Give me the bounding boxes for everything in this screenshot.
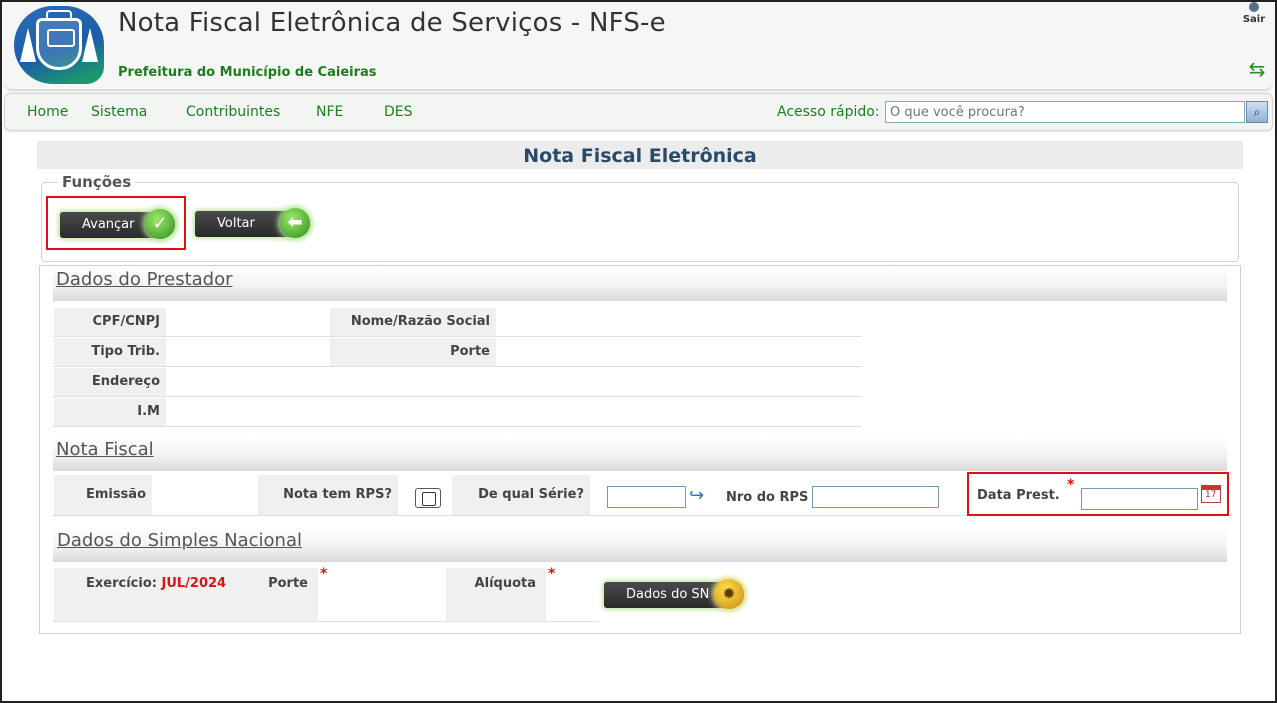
serie-label: De qual Série? — [452, 475, 590, 515]
check-icon: ✓ — [145, 209, 175, 239]
app-subtitle: Prefeitura do Município de Caieiras — [118, 65, 377, 80]
rps-checkbox[interactable] — [415, 488, 441, 508]
app-title: Nota Fiscal Eletrônica de Serviços - NFS… — [118, 8, 666, 38]
row-divider — [53, 621, 599, 622]
app-header: Nota Fiscal Eletrônica de Serviços - NFS… — [4, 2, 1273, 90]
im-label: I.M — [54, 398, 166, 426]
nav-nfe[interactable]: NFE — [316, 104, 343, 120]
prestador-header: Dados do Prestador — [53, 267, 1227, 301]
city-logo — [14, 6, 104, 84]
main-nav: Home Sistema Contribuintes NFE DES Acess… — [4, 93, 1273, 131]
row-divider — [53, 426, 862, 427]
voltar-button[interactable]: Voltar ⬅ — [195, 208, 310, 238]
avancar-label: Avançar — [82, 217, 135, 232]
nav-home[interactable]: Home — [27, 104, 68, 120]
logo-tree-left — [20, 28, 36, 62]
avancar-button[interactable]: Avançar ✓ — [60, 209, 175, 239]
simples-title[interactable]: Dados do Simples Nacional — [57, 530, 302, 551]
nome-label: Nome/Razão Social — [330, 308, 496, 336]
dados-sn-label: Dados do SN — [626, 587, 710, 602]
sair-button[interactable]: Sair — [1237, 2, 1271, 32]
calendar-icon[interactable] — [1201, 485, 1221, 503]
exercicio-label: Exercício: — [86, 576, 157, 591]
gear-icon: ✹ — [714, 579, 744, 609]
data-prest-input[interactable] — [1081, 488, 1198, 510]
funcoes-legend: Funções — [58, 173, 136, 191]
serie-input[interactable] — [607, 486, 686, 508]
arrow-left-icon: ⬅ — [280, 208, 310, 238]
exercicio-cell: Exercício: JUL/2024 — [54, 568, 238, 622]
row-divider — [53, 366, 862, 367]
row-divider — [53, 336, 862, 337]
cpf-label: CPF/CNPJ — [54, 308, 166, 336]
endereco-label: Endereço — [54, 368, 166, 396]
nro-rps-label: Nro do RPS — [726, 490, 809, 505]
required-star: * — [320, 566, 328, 582]
logo-shield — [36, 18, 82, 70]
simples-header: Dados do Simples Nacional — [53, 528, 1227, 562]
quick-access-input[interactable] — [885, 101, 1245, 123]
nav-des[interactable]: DES — [384, 104, 413, 120]
nota-header: Nota Fiscal — [53, 437, 1227, 471]
simples-porte-label: Porte — [238, 568, 318, 622]
search-icon[interactable]: ⌕ — [1246, 101, 1268, 123]
logo-tree-right — [82, 28, 98, 62]
quick-access-label: Acesso rápido: — [777, 104, 880, 120]
page-title: Nota Fiscal Eletrônica — [37, 141, 1243, 169]
required-star: * — [1067, 477, 1075, 493]
tipo-label: Tipo Trib. — [54, 338, 166, 366]
data-prest-label: Data Prest. — [977, 488, 1060, 503]
voltar-label: Voltar — [217, 216, 255, 231]
required-star: * — [548, 566, 556, 582]
sair-label: Sair — [1242, 14, 1266, 25]
prestador-title[interactable]: Dados do Prestador — [56, 269, 233, 290]
nav-sistema[interactable]: Sistema — [91, 104, 147, 120]
row-divider — [53, 396, 862, 397]
dados-sn-button[interactable]: Dados do SN ✹ — [604, 579, 744, 609]
nota-title[interactable]: Nota Fiscal — [56, 439, 154, 460]
redo-arrow-icon[interactable]: ↪ — [689, 485, 704, 506]
nro-rps-input[interactable] — [812, 486, 939, 508]
refresh-icon[interactable]: ⇆ — [1246, 58, 1268, 80]
rps-label: Nota tem RPS? — [258, 475, 398, 515]
exercicio-value: JUL/2024 — [161, 576, 227, 591]
user-icon — [1249, 2, 1259, 12]
nav-contribuintes[interactable]: Contribuintes — [186, 104, 280, 120]
aliquota-label: Alíquota — [446, 568, 546, 622]
porte-label: Porte — [330, 338, 496, 366]
emissao-label: Emissão — [54, 475, 152, 515]
